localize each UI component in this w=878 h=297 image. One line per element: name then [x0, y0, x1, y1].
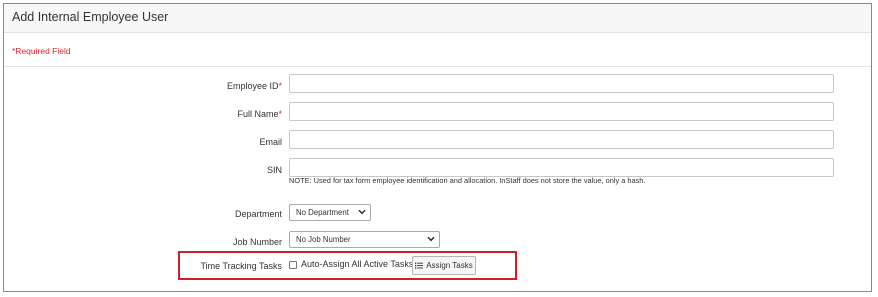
full-name-input[interactable]	[289, 102, 834, 121]
panel-header: Add Internal Employee User	[4, 4, 871, 33]
required-star: *	[278, 109, 282, 119]
sin-label: SIN	[266, 165, 282, 175]
employee-id-label: Employee ID*	[227, 81, 282, 91]
job-number-label: Job Number	[232, 237, 282, 247]
required-star: *	[278, 81, 282, 91]
assign-tasks-label: Assign Tasks	[426, 261, 473, 270]
employee-id-label-text: Employee ID	[226, 81, 279, 91]
employee-id-input[interactable]	[289, 74, 834, 93]
email-input[interactable]	[289, 130, 834, 149]
page-title: Add Internal Employee User	[12, 10, 169, 24]
sin-input[interactable]	[289, 158, 834, 177]
full-name-label-text: Full Name	[237, 109, 279, 119]
list-icon	[415, 262, 424, 269]
auto-assign-label[interactable]: Auto-Assign All Active Tasks	[301, 259, 413, 269]
required-field-note: *Required Field	[12, 46, 71, 56]
time-tracking-label: Time Tracking Tasks	[200, 261, 282, 271]
auto-assign-checkbox[interactable]	[289, 261, 297, 269]
job-number-select[interactable]: No Job Number	[289, 231, 440, 248]
department-selected-value: No Department	[296, 208, 349, 217]
required-field-bar: *Required Field	[4, 33, 871, 67]
job-number-selected-value: No Job Number	[296, 235, 351, 244]
chevron-down-icon	[358, 205, 366, 220]
sin-note: NOTE: Used for tax form employee identif…	[289, 176, 646, 185]
email-label: Email	[259, 137, 282, 147]
assign-tasks-button[interactable]: Assign Tasks	[412, 256, 476, 275]
chevron-down-icon	[427, 232, 435, 247]
full-name-label: Full Name*	[237, 109, 282, 119]
department-label: Department	[234, 209, 282, 219]
department-select[interactable]: No Department	[289, 204, 371, 221]
